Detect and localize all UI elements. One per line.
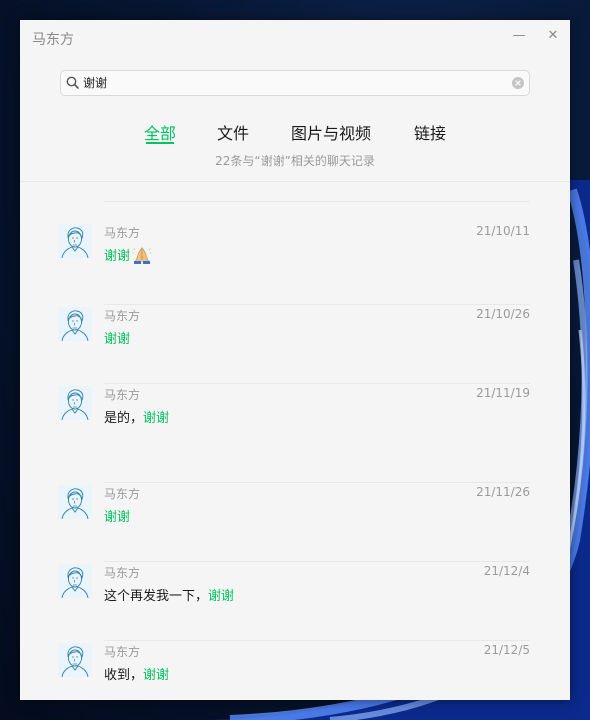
- search-highlight: 谢谢: [104, 332, 131, 347]
- avatar: [58, 485, 92, 519]
- message-result-item[interactable]: 马东方 21/11/26 谢谢: [20, 485, 570, 527]
- divider: [104, 482, 530, 483]
- message-text: 谢谢: [104, 245, 152, 264]
- search-icon: [66, 76, 79, 89]
- active-tab-indicator: [146, 142, 174, 144]
- search-highlight: 谢谢: [104, 249, 131, 264]
- contact-portrait-icon: [58, 564, 92, 598]
- sender-name: 马东方: [104, 226, 141, 240]
- clear-icon[interactable]: [511, 76, 525, 90]
- search-highlight: 谢谢: [143, 668, 170, 683]
- message-result-item[interactable]: 马东方 21/10/26 谢谢: [20, 307, 570, 349]
- message-prefix: 是的，: [104, 411, 144, 426]
- contact-portrait-icon: [58, 224, 92, 258]
- message-date: 21/12/5: [483, 643, 530, 657]
- message-date: 21/12/4: [483, 564, 530, 578]
- search-input[interactable]: [83, 73, 503, 91]
- message-results-list: 马东方 21/10/11 谢谢 马东方 21/10/26 谢谢 马东方 21/1…: [20, 182, 570, 700]
- tab-files[interactable]: 文件: [217, 120, 249, 144]
- tab-links[interactable]: 链接: [414, 120, 446, 144]
- avatar: [58, 643, 92, 677]
- message-result-item[interactable]: 马东方 21/12/4 这个再发我一下，谢谢: [20, 564, 570, 606]
- search-box: [60, 70, 530, 96]
- message-result-item[interactable]: 马东方 21/12/5 收到，谢谢: [20, 643, 570, 685]
- search-highlight: 谢谢: [104, 510, 131, 525]
- contact-portrait-icon: [58, 643, 92, 677]
- contact-portrait-icon: [58, 386, 92, 420]
- message-date: 21/10/11: [476, 224, 530, 238]
- tab-images-videos[interactable]: 图片与视频: [291, 120, 371, 144]
- minimize-button[interactable]: —: [508, 26, 530, 46]
- result-count: 22条与“谢谢”相关的聊天记录: [215, 154, 375, 168]
- message-date: 21/10/26: [476, 307, 530, 321]
- chat-history-window: 马东方 — ✕ 全部 文件 图片与视频 链接 22条与“谢谢”相关的聊天记录 马…: [20, 20, 570, 700]
- contact-portrait-icon: [58, 485, 92, 519]
- message-date: 21/11/19: [476, 386, 530, 400]
- divider: [104, 201, 530, 202]
- close-button[interactable]: ✕: [542, 26, 564, 46]
- search-highlight: 谢谢: [208, 589, 235, 604]
- sender-name: 马东方: [104, 487, 141, 501]
- search-highlight: 谢谢: [143, 411, 170, 426]
- message-text: 谢谢: [104, 328, 130, 347]
- tab-all[interactable]: 全部: [144, 120, 176, 144]
- divider: [104, 304, 530, 305]
- sender-name: 马东方: [104, 566, 141, 580]
- message-text: 这个再发我一下，谢谢: [104, 585, 234, 604]
- sender-name: 马东方: [104, 388, 141, 402]
- sender-name: 马东方: [104, 645, 141, 659]
- divider: [104, 640, 530, 641]
- message-text: 收到，谢谢: [104, 664, 169, 683]
- contact-portrait-icon: [58, 307, 92, 341]
- message-prefix: 这个再发我一下，: [104, 589, 209, 604]
- message-date: 21/11/26: [476, 485, 530, 499]
- folded-hands-emoji-icon: [132, 247, 152, 264]
- title-bar[interactable]: 马东方 — ✕: [20, 20, 570, 54]
- message-result-item[interactable]: 马东方 21/10/11 谢谢: [20, 224, 570, 266]
- filter-tabs: 全部 文件 图片与视频 链接: [20, 120, 570, 148]
- avatar: [58, 564, 92, 598]
- message-prefix: 收到，: [104, 668, 144, 683]
- avatar: [58, 224, 92, 258]
- window-title: 马东方: [32, 32, 74, 48]
- divider: [104, 383, 530, 384]
- divider: [104, 561, 530, 562]
- sender-name: 马东方: [104, 309, 141, 323]
- avatar: [58, 307, 92, 341]
- message-text: 谢谢: [104, 506, 130, 525]
- message-result-item[interactable]: 马东方 21/11/19 是的，谢谢: [20, 386, 570, 428]
- avatar: [58, 386, 92, 420]
- message-text: 是的，谢谢: [104, 407, 169, 426]
